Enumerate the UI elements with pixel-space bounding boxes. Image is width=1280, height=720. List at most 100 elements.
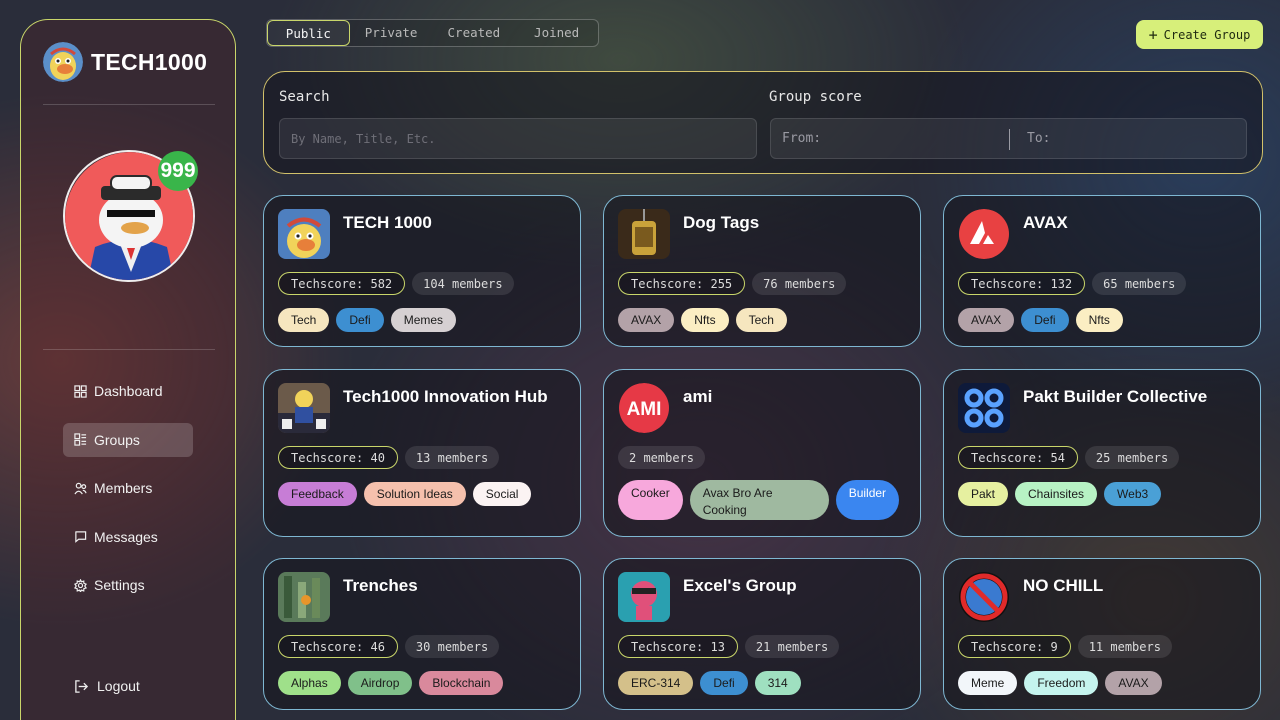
group-avatar — [618, 572, 670, 622]
techscore-badge: Techscore: 9 — [958, 635, 1071, 658]
tag[interactable]: AVAX — [618, 308, 675, 332]
group-avatar — [278, 572, 330, 622]
tag[interactable]: Feedback — [278, 482, 357, 506]
tab-created[interactable]: Created — [433, 20, 516, 46]
members-count: 25 members — [1084, 446, 1180, 469]
sidebar-item-label: Messages — [94, 528, 158, 545]
tab-private[interactable]: Private — [350, 20, 433, 46]
sidebar-item-members[interactable]: Members — [63, 471, 193, 505]
brand-logo — [43, 42, 83, 82]
user-avatar-wrap[interactable]: 999 — [63, 150, 198, 282]
search-panel: Search Group score From: To: — [263, 71, 1263, 174]
tab-public[interactable]: Public — [267, 20, 350, 46]
group-title: TECH 1000 — [343, 213, 432, 232]
score-to-label: To: — [1027, 131, 1051, 146]
group-card[interactable]: AVAX Techscore: 132 65 members AVAX Defi… — [943, 195, 1261, 347]
search-input[interactable] — [291, 131, 756, 146]
score-from-input[interactable]: From: — [782, 119, 1002, 158]
tag[interactable]: Nfts — [681, 308, 729, 332]
group-card[interactable]: NO CHILL Techscore: 9 11 members Meme Fr… — [943, 558, 1261, 710]
group-title: Pakt Builder Collective — [1023, 387, 1208, 406]
members-count: 76 members — [752, 272, 847, 295]
members-count: 13 members — [404, 446, 500, 469]
group-avatar: AMI — [618, 383, 670, 433]
logout-icon — [75, 679, 89, 693]
group-card[interactable]: Pakt Builder Collective Techscore: 54 25… — [943, 369, 1261, 537]
group-card[interactable]: TECH 1000 Techscore: 582 104 members Tec… — [263, 195, 581, 347]
tag[interactable]: Avax Bro Are Cooking — [689, 480, 829, 520]
score-badge: 999 — [158, 151, 198, 191]
group-title: AVAX — [1023, 213, 1068, 232]
sidebar-nav: Dashboard Groups Members Messages Settin… — [63, 374, 193, 617]
group-card[interactable]: Trenches Techscore: 46 30 members Alphas… — [263, 558, 581, 710]
tag[interactable]: Chainsites — [1015, 482, 1098, 506]
svg-text:AMI: AMI — [627, 399, 662, 420]
sidebar-item-settings[interactable]: Settings — [63, 568, 193, 602]
tag[interactable]: Cooker — [618, 480, 683, 520]
sidebar-item-label: Dashboard — [94, 383, 163, 399]
tab-joined[interactable]: Joined — [515, 20, 598, 46]
sidebar-item-groups[interactable]: Groups — [63, 422, 193, 457]
messages-icon — [75, 531, 87, 543]
tag[interactable]: Blockchain — [419, 671, 504, 695]
search-label: Search — [279, 89, 330, 105]
group-card[interactable]: Excel's Group Techscore: 13 21 members E… — [603, 558, 921, 710]
tag[interactable]: Alphas — [278, 671, 341, 695]
group-avatar — [958, 383, 1010, 433]
tag[interactable]: Memes — [390, 308, 457, 332]
group-card[interactable]: Dog Tags Techscore: 255 76 members AVAX … — [603, 195, 921, 347]
group-avatar — [278, 383, 330, 433]
tag[interactable]: Meme — [958, 671, 1018, 695]
sidebar-item-label: Groups — [94, 431, 140, 448]
tag[interactable]: Solution Ideas — [363, 482, 466, 506]
group-filter-tabs: Public Private Created Joined — [266, 19, 599, 47]
tag[interactable]: Web3 — [1104, 482, 1162, 506]
group-title: NO CHILL — [1023, 576, 1104, 595]
group-card[interactable]: Tech1000 Innovation Hub Techscore: 40 13… — [263, 369, 581, 537]
group-card[interactable]: AMI ami 2 members Cooker Avax Bro Are Co… — [603, 369, 921, 537]
brand[interactable]: TECH1000 — [43, 42, 207, 82]
avax-logo-icon — [958, 209, 1010, 259]
plus-icon: + — [1148, 25, 1158, 44]
tag[interactable]: Pakt — [958, 482, 1009, 506]
tag[interactable]: Tech — [278, 308, 330, 332]
score-from-label: From: — [782, 131, 822, 146]
techscore-badge: Techscore: 40 — [278, 446, 398, 469]
techscore-badge: Techscore: 132 — [958, 272, 1086, 295]
group-title: Tech1000 Innovation Hub — [343, 387, 548, 406]
tag[interactable]: Social — [472, 482, 532, 506]
logout-button[interactable]: Logout — [74, 678, 140, 694]
tag[interactable]: 314 — [754, 671, 801, 695]
tag[interactable]: Airdrop — [347, 671, 413, 695]
search-field[interactable] — [279, 118, 757, 159]
techscore-badge: Techscore: 582 — [278, 272, 406, 295]
tag[interactable]: Freedom — [1024, 671, 1099, 695]
sidebar-item-messages[interactable]: Messages — [63, 520, 193, 554]
tag[interactable]: Defi — [336, 308, 384, 332]
members-count: 21 members — [744, 635, 840, 658]
settings-icon — [74, 578, 87, 592]
tag[interactable]: Tech — [735, 308, 787, 332]
tag[interactable]: Nfts — [1075, 308, 1123, 332]
tag[interactable]: AVAX — [1105, 671, 1162, 695]
sidebar-item-dashboard[interactable]: Dashboard — [63, 374, 193, 408]
tag[interactable]: Defi — [1021, 308, 1069, 332]
divider — [43, 104, 215, 105]
tag[interactable]: Builder — [835, 480, 900, 520]
group-title: Trenches — [343, 576, 418, 595]
divider — [43, 349, 215, 350]
members-count: 30 members — [404, 635, 500, 658]
group-score-label: Group score — [769, 89, 862, 105]
create-group-label: Create Group — [1163, 27, 1251, 42]
logout-label: Logout — [97, 678, 140, 694]
group-title: ami — [683, 387, 713, 406]
tag[interactable]: ERC-314 — [618, 671, 694, 695]
members-count: 65 members — [1092, 272, 1187, 295]
members-count: 11 members — [1077, 635, 1172, 658]
tag[interactable]: AVAX — [958, 308, 1015, 332]
create-group-button[interactable]: + Create Group — [1136, 20, 1263, 49]
score-to-input[interactable]: To: — [1027, 119, 1237, 158]
tag[interactable]: Defi — [700, 671, 748, 695]
sidebar-item-label: Settings — [94, 577, 145, 593]
sidebar-item-label: Members — [94, 480, 153, 496]
